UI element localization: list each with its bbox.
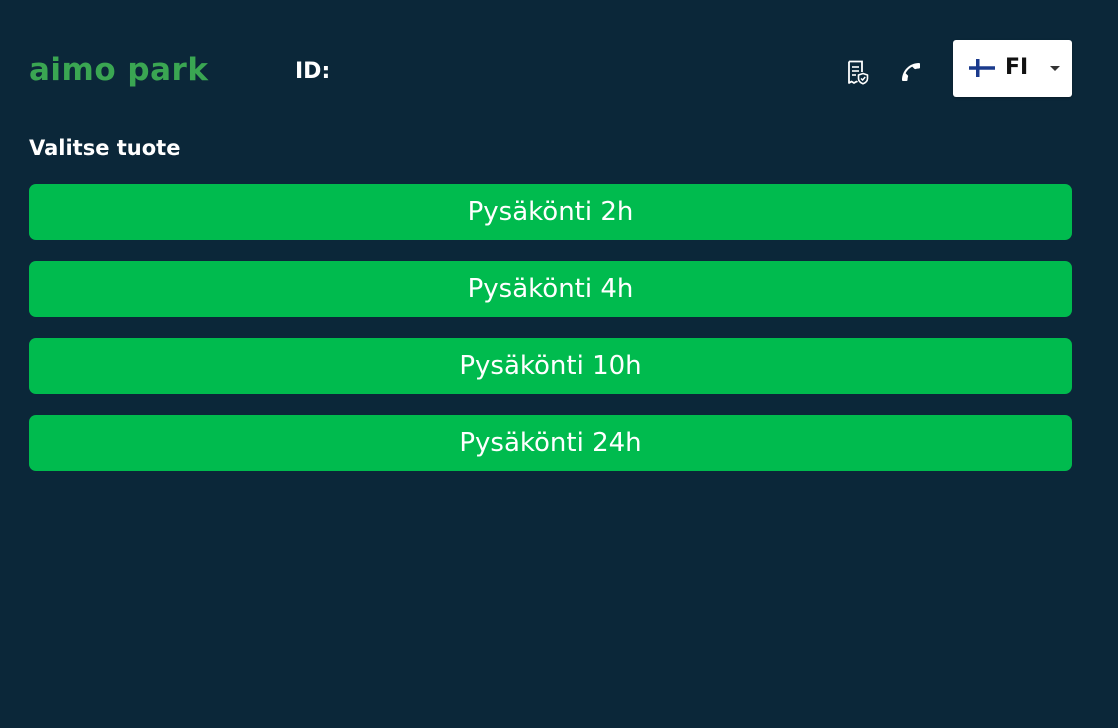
product-button-24h[interactable]: Pysäkönti 24h xyxy=(29,415,1072,471)
phone-button[interactable] xyxy=(896,57,926,87)
header: aimo park ID: FI xyxy=(0,0,1118,120)
receipt-button[interactable] xyxy=(842,58,872,88)
language-code: FI xyxy=(1005,55,1029,80)
product-list: Pysäkönti 2h Pysäkönti 4h Pysäkönti 10h … xyxy=(29,184,1072,492)
finland-flag-icon xyxy=(969,59,995,77)
section-title: Valitse tuote xyxy=(29,136,181,160)
receipt-shield-icon xyxy=(848,60,869,85)
phone-icon xyxy=(902,63,920,81)
id-label: ID: xyxy=(295,59,331,84)
language-select[interactable]: FI xyxy=(953,40,1072,97)
product-button-10h[interactable]: Pysäkönti 10h xyxy=(29,338,1072,394)
product-button-4h[interactable]: Pysäkönti 4h xyxy=(29,261,1072,317)
aimo-park-logo[interactable]: aimo park xyxy=(29,52,208,88)
product-button-2h[interactable]: Pysäkönti 2h xyxy=(29,184,1072,240)
chevron-down-icon xyxy=(1050,66,1060,71)
